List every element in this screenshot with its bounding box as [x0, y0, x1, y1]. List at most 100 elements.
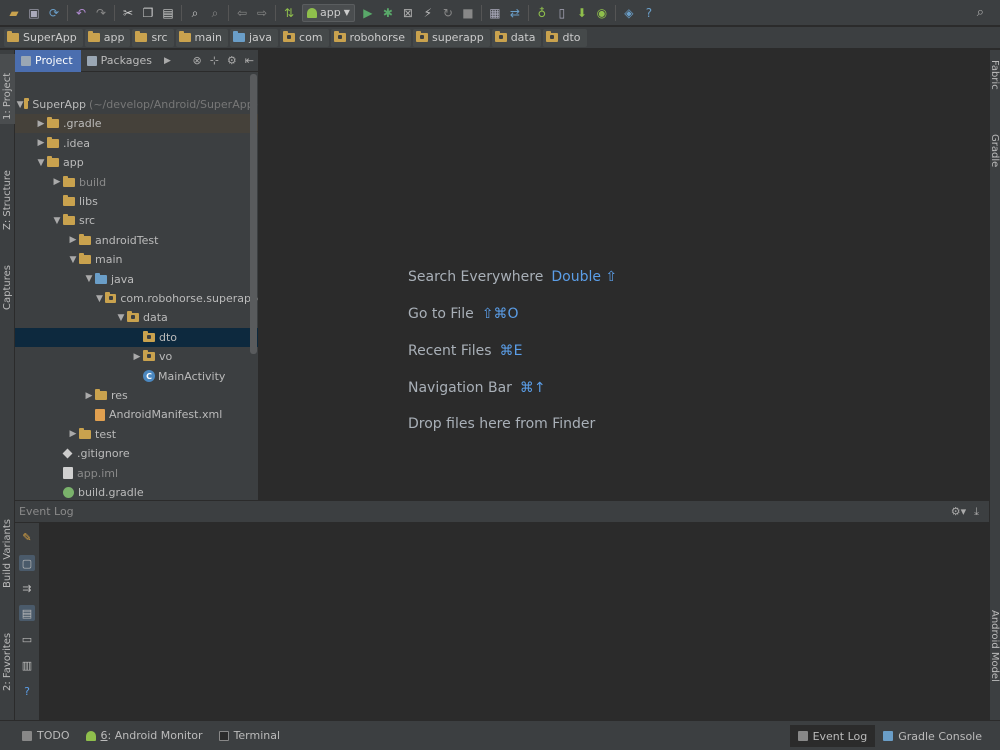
tree-item-res[interactable]: ▶ res [15, 386, 258, 405]
breadcrumb-item-java[interactable]: java [229, 28, 279, 47]
undo-icon[interactable]: ↶ [74, 6, 88, 20]
collapsed-arrow-icon[interactable]: ▶ [35, 138, 47, 148]
tree-item-gitignore[interactable]: .gitignore [15, 444, 258, 463]
clear-all-icon[interactable]: ▥ [19, 657, 35, 673]
tool-tab-fabric[interactable]: Fabric [989, 56, 1000, 111]
search-everywhere-icon[interactable]: ⌕ [977, 5, 984, 20]
breadcrumb-item-superapp[interactable]: SuperApp [4, 28, 83, 47]
breadcrumb-item-robohorse[interactable]: robohorse [330, 28, 411, 47]
debug-icon[interactable]: ✱ [381, 6, 395, 20]
sync-icon[interactable]: ⟳ [47, 6, 61, 20]
expanded-arrow-icon[interactable]: ▼ [94, 294, 105, 304]
expanded-arrow-icon[interactable]: ▼ [17, 100, 24, 110]
tree-scrollbar[interactable] [250, 74, 257, 354]
breadcrumb-item-app[interactable]: app [84, 28, 131, 47]
tab-project[interactable]: Project [15, 50, 81, 72]
breadcrumb-item-superapp-package[interactable]: superapp [413, 28, 490, 47]
collapse-all-icon[interactable]: ⊹ [210, 54, 219, 67]
save-icon[interactable]: ▣ [27, 6, 41, 20]
find-icon[interactable]: ⌕ [188, 6, 202, 20]
soft-wrap-icon[interactable]: ⇉ [19, 580, 35, 596]
expanded-arrow-icon[interactable]: ▼ [115, 313, 127, 323]
redo-icon[interactable]: ↷ [94, 6, 108, 20]
tool-tab-captures[interactable]: Captures [0, 250, 15, 315]
collapsed-arrow-icon[interactable]: ▶ [67, 235, 79, 245]
attach-debugger-icon[interactable]: ⊠ [401, 6, 415, 20]
collapsed-arrow-icon[interactable]: ▶ [67, 429, 79, 439]
tree-item-build[interactable]: ▶ build [15, 173, 258, 192]
settings-wrench-icon[interactable]: ✎ [19, 529, 35, 545]
folder-open-icon[interactable]: ▰ [7, 6, 21, 20]
breadcrumb-item-com[interactable]: com [280, 28, 329, 47]
tree-item-mainactivity[interactable]: C MainActivity [15, 367, 258, 386]
rerun-icon[interactable]: ↻ [441, 6, 455, 20]
tree-item-libs[interactable]: libs [15, 192, 258, 211]
event-log-content[interactable] [39, 523, 989, 720]
sdk-manager-icon[interactable]: ⬇ [575, 6, 589, 20]
tool-tab-build-variants[interactable]: Build Variants [0, 510, 15, 590]
monitor-icon[interactable]: ♁ [535, 6, 549, 20]
hide-panel-icon[interactable]: ⇤ [245, 54, 254, 67]
paste-icon[interactable]: ▤ [161, 6, 175, 20]
tool-tab-gradle[interactable]: Gradle [989, 130, 1000, 185]
tree-item-data[interactable]: ▼ data [15, 308, 258, 327]
view-mode-chevron-icon[interactable]: ▶ [164, 56, 171, 66]
cut-icon[interactable]: ✂ [121, 6, 135, 20]
tool-tab-todo[interactable]: TODO [14, 725, 78, 747]
tree-item-gradle[interactable]: ▶ .gradle [15, 114, 258, 134]
tool-tab-structure[interactable]: Z: Structure [0, 148, 15, 233]
tree-item-app-iml[interactable]: app.iml [15, 464, 258, 483]
android-device-monitor-icon[interactable]: ◉ [595, 6, 609, 20]
breadcrumb-item-main[interactable]: main [175, 28, 228, 47]
stop-icon[interactable]: ■ [461, 6, 475, 20]
run-configuration-dropdown[interactable]: app ▼ [302, 3, 355, 22]
replace-icon[interactable]: ⌕ [208, 6, 222, 20]
back-icon[interactable]: ⇦ [235, 6, 249, 20]
forward-icon[interactable]: ⇨ [255, 6, 269, 20]
tool-tab-favorites[interactable]: 2: Favorites [0, 625, 15, 695]
breadcrumb-item-src[interactable]: src [132, 28, 174, 47]
tree-item-main[interactable]: ▼ main [15, 250, 258, 269]
tab-packages[interactable]: Packages [81, 50, 160, 72]
tree-item-test[interactable]: ▶ test [15, 425, 258, 444]
expanded-arrow-icon[interactable]: ▼ [83, 274, 95, 284]
expanded-arrow-icon[interactable]: ▼ [51, 216, 63, 226]
tree-item-androidtest[interactable]: ▶ androidTest [15, 231, 258, 250]
tool-tab-android-model[interactable]: Android Model [989, 606, 1000, 711]
collapsed-arrow-icon[interactable]: ▶ [51, 177, 63, 187]
tree-item-app[interactable]: ▼ app [15, 153, 258, 172]
layout-icon[interactable]: ◈ [622, 6, 636, 20]
gear-icon[interactable]: ⚙▾ [951, 505, 966, 519]
tree-item-dto[interactable]: dto [15, 327, 258, 347]
tool-tab-terminal[interactable]: Terminal [211, 725, 289, 747]
tool-tab-project[interactable]: 1: Project [0, 54, 15, 124]
copy-icon[interactable]: ❐ [141, 6, 155, 20]
expanded-arrow-icon[interactable]: ▼ [35, 158, 47, 168]
tree-item-src[interactable]: ▼ src [15, 211, 258, 230]
tree-item-androidmanifest-xml[interactable]: AndroidManifest.xml [15, 405, 258, 424]
editor-empty-area[interactable]: Search Everywhere Double ⇧ Go to File ⇧⌘O … [258, 50, 989, 500]
collapsed-arrow-icon[interactable]: ▶ [131, 352, 143, 362]
help-icon[interactable]: ? [642, 6, 656, 20]
sync-gradle-icon[interactable]: ⇄ [508, 6, 522, 20]
collapsed-arrow-icon[interactable]: ▶ [35, 119, 47, 129]
gear-icon[interactable]: ⚙ [227, 54, 237, 67]
apply-changes-icon[interactable]: ⚡ [421, 6, 435, 20]
tree-item-java[interactable]: ▼ java [15, 270, 258, 289]
print-icon[interactable]: ▭ [19, 631, 35, 647]
tree-item-build-gradle[interactable]: build.gradle [15, 483, 258, 500]
avd-manager-icon[interactable]: ▯ [555, 6, 569, 20]
tree-item-com-robohorse-superapp[interactable]: ▼ com.robohorse.superapp [15, 289, 258, 308]
breadcrumb-item-dto[interactable]: dto [543, 28, 587, 47]
tree-item-vo[interactable]: ▶ vo [15, 347, 258, 366]
tree-item-idea[interactable]: ▶ .idea [15, 134, 258, 153]
tree-item-superapp[interactable]: ▼ SuperApp (~/develop/Android/SuperApp) [15, 95, 258, 114]
mark-all-read-icon[interactable]: ▢ [19, 555, 35, 571]
breadcrumb-item-data[interactable]: data [491, 28, 542, 47]
help-icon[interactable]: ? [19, 683, 35, 699]
expanded-arrow-icon[interactable]: ▼ [67, 255, 79, 265]
hide-panel-icon[interactable]: ⤓ [974, 505, 979, 519]
collapsed-arrow-icon[interactable]: ▶ [83, 391, 95, 401]
scroll-from-source-icon[interactable]: ⊗ [192, 54, 201, 67]
tool-tab-android-monitor[interactable]: 6: Android Monitor [78, 725, 211, 747]
